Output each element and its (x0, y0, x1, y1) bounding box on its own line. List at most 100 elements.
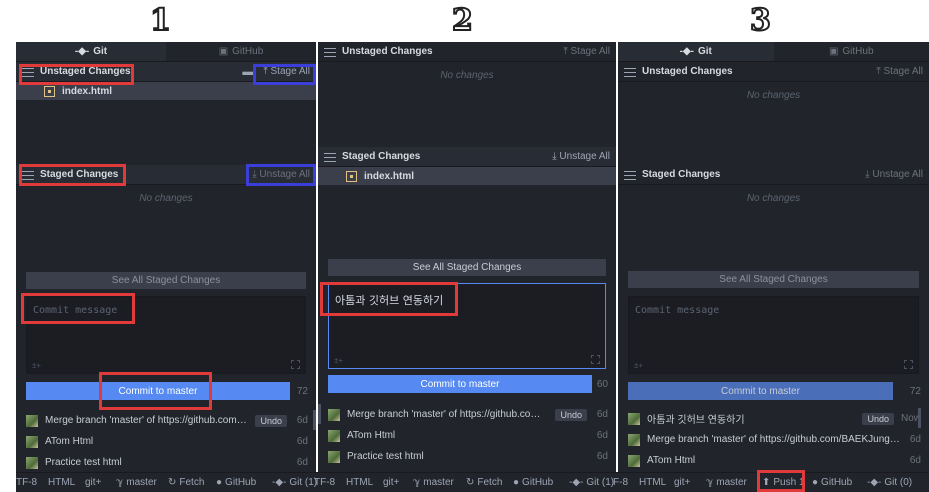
stage-all-button[interactable]: ⤒ Stage All (876, 66, 923, 77)
github-toggle[interactable]: ● GitHub (812, 473, 852, 492)
commit-message-input[interactable]: Commit message ±+ (26, 296, 306, 374)
unstaged-changes-header: Unstaged Changes ⤒ Stage All (318, 42, 616, 62)
list-icon (22, 67, 34, 77)
commit-row[interactable]: Practice test html 6d (16, 452, 316, 473)
github-toggle[interactable]: ● GitHub (216, 473, 256, 492)
tab-git[interactable]: -◆- Git (618, 42, 774, 61)
expand-icon[interactable] (904, 360, 913, 369)
tab-github[interactable]: ▣ GitHub (773, 42, 929, 61)
commit-row[interactable]: ATom Html 6d (16, 431, 316, 452)
avatar (628, 454, 640, 467)
no-changes-label: No changes (746, 193, 801, 204)
undo-button[interactable]: Undo (255, 414, 287, 427)
scrollbar[interactable] (918, 408, 921, 428)
git-toggle[interactable]: -◆- Git (1) (569, 473, 614, 492)
git-icon: -◆- (272, 477, 287, 488)
unstaged-changes-header: Unstaged Changes ⤒ Stage All (618, 62, 929, 82)
encoding-indicator[interactable]: TF-8 (16, 473, 37, 492)
no-changes-label: No changes (746, 90, 801, 101)
github-icon: ▣ (828, 46, 839, 57)
scrollbar[interactable] (313, 410, 316, 430)
grammar-selector[interactable]: HTML (346, 473, 373, 492)
list-check-icon (22, 170, 34, 180)
grammar-selector[interactable]: HTML (48, 473, 75, 492)
git-toggle[interactable]: -◆- Git (1) (272, 473, 317, 492)
arrow-up-icon: ⬆ (762, 477, 771, 488)
git-plus-indicator[interactable]: git+ (85, 473, 101, 492)
commit-to-master-button[interactable]: Commit to master (628, 382, 893, 400)
git-toggle[interactable]: -◆- Git (0) (867, 473, 912, 492)
commit-row[interactable]: ATom Html 6d (318, 425, 616, 446)
see-all-staged-changes-button[interactable]: See All Staged Changes (328, 259, 606, 276)
sync-icon: ↻ (168, 477, 177, 488)
tab-github[interactable]: ▣ GitHub (166, 42, 316, 61)
fetch-button[interactable]: ↻ Fetch (168, 473, 204, 492)
commit-message-input[interactable]: Commit message ±+ (628, 296, 919, 374)
git-icon: -◆- (569, 477, 584, 488)
recent-commits-list: Merge branch 'master' of https://github.… (16, 410, 316, 473)
stage-all-button[interactable]: ⤒ Stage All (563, 46, 610, 57)
avatar (328, 429, 340, 442)
commit-to-master-button[interactable]: Commit to master (328, 375, 592, 393)
see-all-staged-changes-button[interactable]: See All Staged Changes (26, 272, 306, 289)
git-plus-indicator[interactable]: git+ (383, 473, 399, 492)
branch-selector[interactable]: ℽ master (413, 473, 454, 492)
undo-button[interactable]: Undo (862, 412, 894, 425)
fetch-button[interactable]: ↻ Fetch (466, 473, 502, 492)
staged-changes-title: Staged Changes (40, 169, 119, 180)
unstage-all-button[interactable]: ⤓ Unstage All (552, 151, 610, 162)
commit-row[interactable]: 아톰과 깃허브 연동하기 Undo Now (618, 408, 929, 429)
recent-commits-list: Merge branch 'master' of https://github.… (318, 404, 616, 467)
branch-icon: ℽ (706, 477, 714, 488)
push-button[interactable]: ⬆ Push 1 (762, 473, 805, 492)
co-author-icon[interactable]: ±+ (634, 361, 643, 370)
stage-all-button[interactable]: ⤒ Stage All (263, 66, 310, 77)
expand-icon[interactable] (291, 360, 300, 369)
commit-message-placeholder: Commit message (33, 305, 118, 316)
branch-icon: ℽ (413, 477, 421, 488)
file-name: index.html (62, 85, 113, 97)
staged-file-item[interactable]: index.html (318, 167, 616, 185)
encoding-indicator[interactable]: TF-8 (314, 473, 335, 492)
sync-icon: ↻ (466, 477, 475, 488)
list-check-icon (324, 152, 336, 162)
list-icon (624, 67, 636, 77)
avatar (26, 456, 38, 469)
tab-git[interactable]: -◆- Git (16, 42, 166, 61)
github-octocat-icon: ● (216, 477, 223, 488)
unstage-all-button[interactable]: ⤓ Unstage All (865, 169, 923, 180)
git-icon: -◆- (74, 46, 90, 57)
commit-row[interactable]: Practice test html 6d (318, 446, 616, 467)
avatar (628, 433, 640, 446)
commit-message-input[interactable]: 아톰과 깃허브 연동하기 ±+ (328, 283, 606, 369)
commit-to-master-button[interactable]: Commit to master (26, 382, 290, 400)
avatar (328, 408, 340, 421)
commit-row[interactable]: Merge branch 'master' of https://github.… (618, 429, 929, 450)
staged-changes-header: Staged Changes ⤓ Unstage All (16, 165, 316, 185)
grammar-selector[interactable]: HTML (639, 473, 666, 492)
staged-changes-title: Staged Changes (642, 169, 721, 180)
branch-selector[interactable]: ℽ master (706, 473, 747, 492)
commit-row[interactable]: ATom Html 6d (618, 450, 929, 471)
undo-button[interactable]: Undo (555, 408, 587, 421)
commit-row[interactable]: Merge branch 'master' of https://github.… (16, 410, 316, 431)
unstaged-changes-title: Unstaged Changes (40, 66, 131, 77)
encoding-indicator[interactable]: F-8 (613, 473, 628, 492)
commit-row[interactable]: Merge branch 'master' of https://github.… (318, 404, 616, 425)
no-changes-label: No changes (440, 70, 494, 81)
github-octocat-icon: ● (513, 477, 520, 488)
minus-icon[interactable]: ▬ (242, 66, 253, 78)
see-all-staged-changes-button[interactable]: See All Staged Changes (628, 271, 919, 288)
github-toggle[interactable]: ● GitHub (513, 473, 553, 492)
co-author-icon[interactable]: ±+ (334, 356, 343, 365)
scrollbar[interactable] (318, 404, 321, 424)
modified-file-icon (44, 85, 55, 97)
git-panel-step-2: Unstaged Changes ⤒ Stage All No changes … (318, 42, 616, 492)
unstaged-file-item[interactable]: index.html (16, 82, 316, 100)
panel-tabs: -◆- Git ▣ GitHub (618, 42, 929, 62)
git-plus-indicator[interactable]: git+ (674, 473, 690, 492)
expand-icon[interactable] (591, 355, 600, 364)
unstage-all-button[interactable]: ⤓ Unstage All (252, 169, 310, 180)
co-author-icon[interactable]: ±+ (32, 361, 41, 370)
branch-selector[interactable]: ℽ master (116, 473, 157, 492)
